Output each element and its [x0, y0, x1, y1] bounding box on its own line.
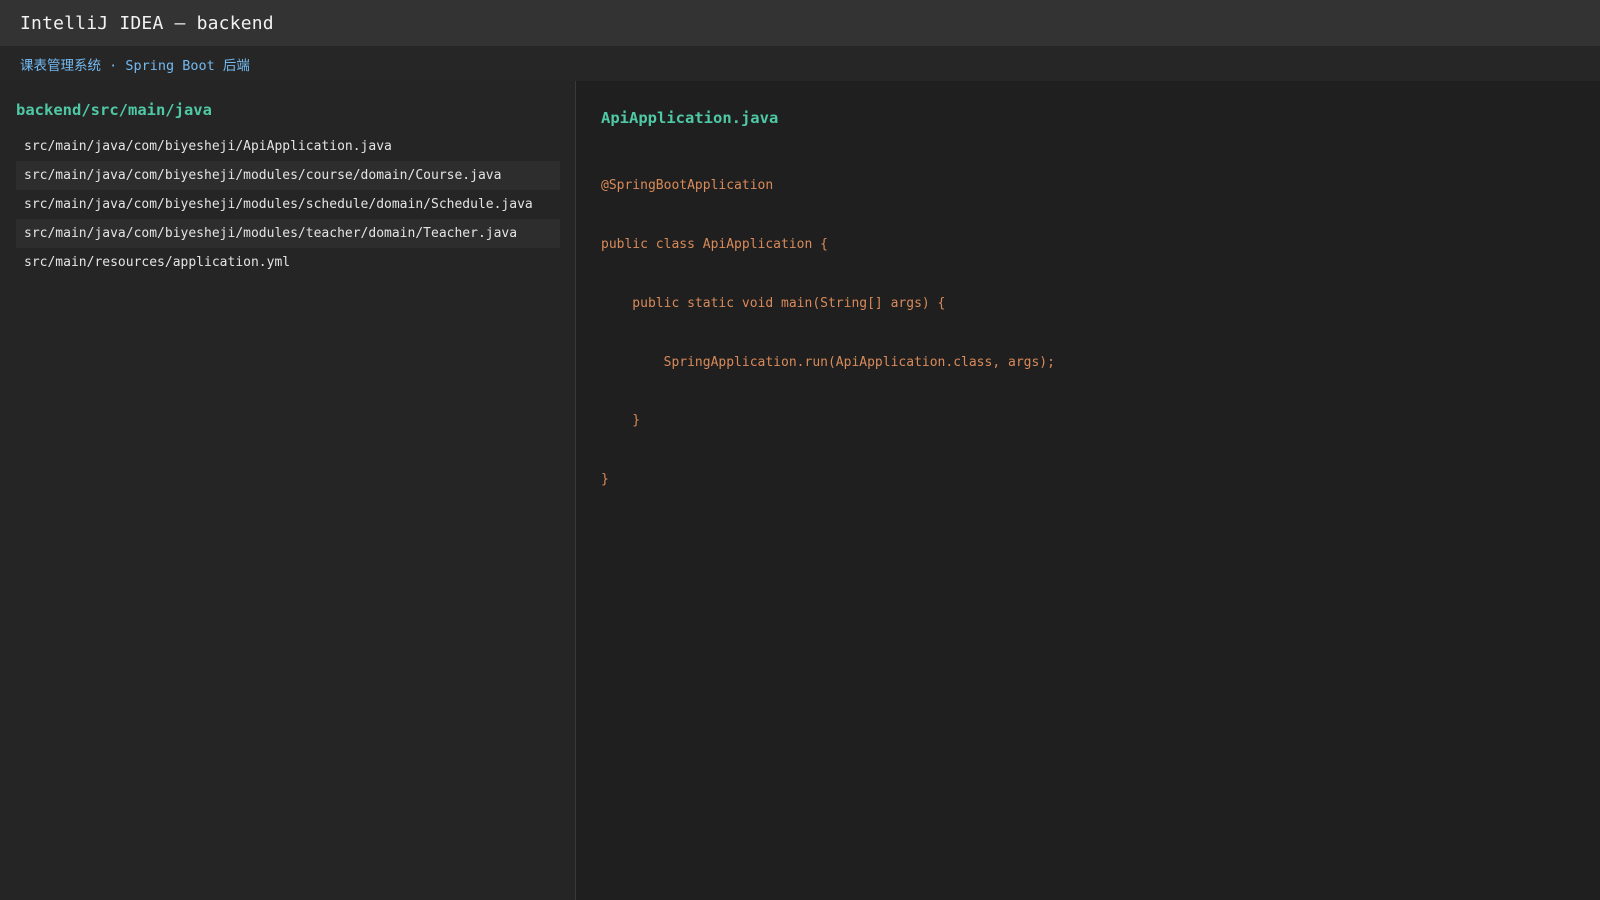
code-line: }: [601, 472, 609, 488]
project-subtitle: 课表管理系统 · Spring Boot 后端: [20, 57, 250, 74]
editor-filename: ApiApplication.java: [601, 109, 779, 127]
file-list: src/main/java/com/biyesheji/ApiApplicati…: [16, 132, 560, 277]
code-line: public class ApiApplication {: [601, 236, 828, 252]
title-bar: IntelliJ IDEA — backend: [0, 0, 1600, 46]
file-item-teacher[interactable]: src/main/java/com/biyesheji/modules/teac…: [16, 219, 560, 248]
code-line: SpringApplication.run(ApiApplication.cla…: [601, 354, 1055, 370]
project-subheader: 课表管理系统 · Spring Boot 后端: [0, 46, 1600, 81]
code-line: public static void main(String[] args) {: [601, 295, 946, 311]
code-line: @SpringBootApplication: [601, 178, 774, 194]
sidebar-heading: backend/src/main/java: [16, 101, 212, 119]
file-item-schedule[interactable]: src/main/java/com/biyesheji/modules/sche…: [16, 190, 560, 219]
file-item-course[interactable]: src/main/java/com/biyesheji/modules/cour…: [16, 161, 560, 190]
code-block[interactable]: @SpringBootApplication public class ApiA…: [601, 137, 1576, 529]
file-item-apiapplication[interactable]: src/main/java/com/biyesheji/ApiApplicati…: [16, 132, 560, 161]
file-item-application-yml[interactable]: src/main/resources/application.yml: [16, 248, 560, 277]
project-sidebar: backend/src/main/java src/main/java/com/…: [0, 81, 576, 900]
window-title: IntelliJ IDEA — backend: [20, 12, 274, 34]
code-editor[interactable]: ApiApplication.java @SpringBootApplicati…: [577, 81, 1600, 900]
code-line: }: [601, 413, 641, 429]
